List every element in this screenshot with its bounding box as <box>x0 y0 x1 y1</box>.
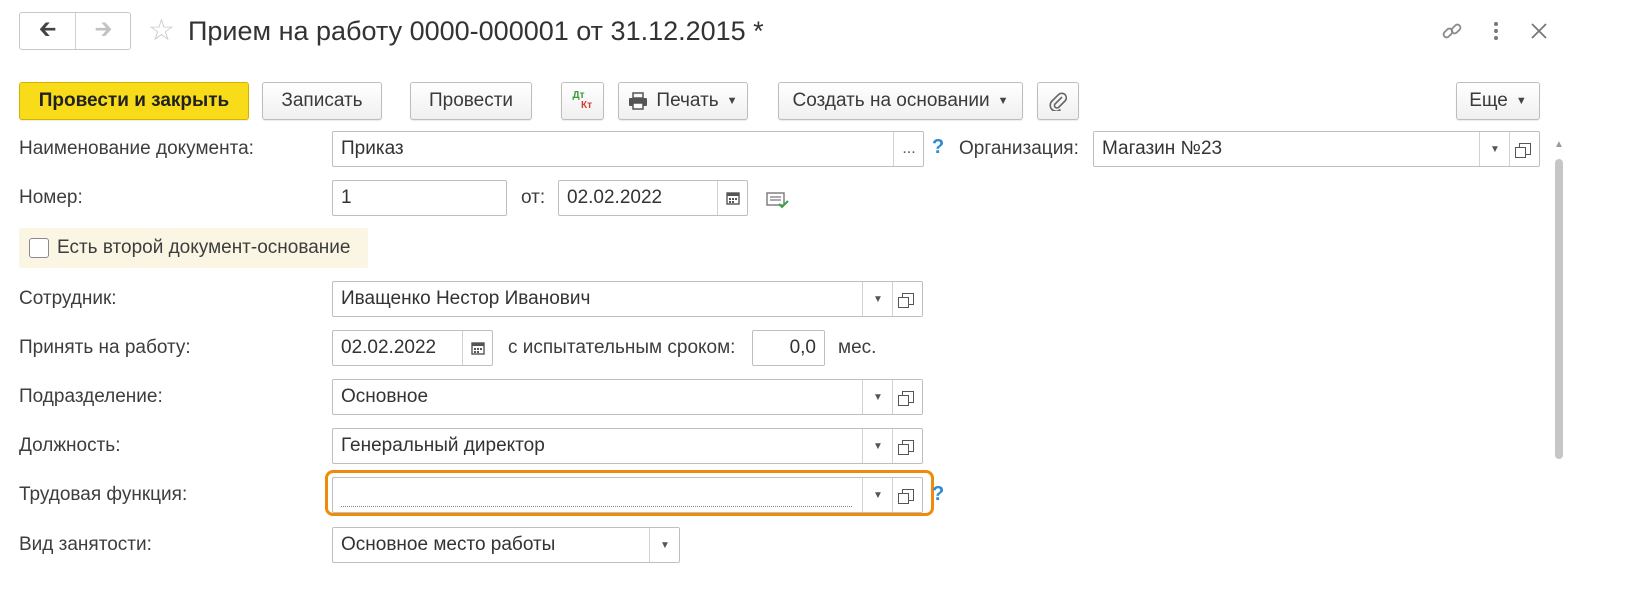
post-and-close-button[interactable]: Провести и закрыть <box>19 82 249 120</box>
number-value: 1 <box>341 187 352 208</box>
probation-label: с испытательным сроком: <box>508 337 736 358</box>
doc-name-label: Наименование документа: <box>19 138 254 159</box>
forward-button[interactable]: 🡲 <box>76 13 131 49</box>
doc-name-field[interactable]: Приказ ... <box>332 131 924 167</box>
department-value: Основное <box>341 386 429 407</box>
create-based-on-button[interactable]: Создать на основании ▼ <box>778 82 1023 120</box>
print-button[interactable]: Печать ▼ <box>618 82 748 120</box>
open-icon[interactable] <box>892 429 923 463</box>
date-field[interactable]: 02.02.2022 <box>558 180 748 216</box>
vertical-scrollbar[interactable]: ▲ <box>1552 135 1566 594</box>
arrow-left-icon: 🡰 <box>38 16 57 41</box>
back-button[interactable]: 🡰 <box>20 13 76 49</box>
employee-label: Сотрудник: <box>19 288 117 309</box>
chevron-down-icon: ▼ <box>1515 95 1527 107</box>
probation-field[interactable]: 0,0 <box>752 330 825 366</box>
help-icon[interactable]: ? <box>932 483 944 506</box>
organization-value: Магазин №23 <box>1102 138 1223 159</box>
chevron-down-icon[interactable]: ▼ <box>1479 132 1510 166</box>
printer-icon <box>628 92 648 110</box>
more-label: Еще <box>1469 90 1508 111</box>
doc-name-value: Приказ <box>341 138 404 159</box>
attach-button[interactable] <box>1037 82 1079 120</box>
organization-label: Организация: <box>959 138 1079 159</box>
hire-date-label: Принять на работу: <box>19 337 191 358</box>
number-label: Номер: <box>19 187 83 208</box>
department-label: Подразделение: <box>19 386 163 407</box>
employment-type-value: Основное место работы <box>341 534 556 555</box>
paperclip-icon <box>1049 91 1067 111</box>
date-label: от: <box>521 187 546 208</box>
position-field[interactable]: Генеральный директор ▼ <box>332 428 923 464</box>
second-basis-label: Есть второй документ-основание <box>57 237 351 258</box>
chevron-down-icon[interactable]: ▼ <box>862 429 893 463</box>
window-title: Прием на работу 0000-000001 от 31.12.201… <box>188 16 764 46</box>
chevron-down-icon: ▼ <box>726 95 738 107</box>
link-icon[interactable] <box>1437 16 1467 46</box>
chevron-down-icon: ▼ <box>997 95 1009 107</box>
labor-function-label: Трудовая функция: <box>19 484 188 505</box>
open-icon[interactable] <box>1509 132 1540 166</box>
employment-type-field[interactable]: Основное место работы ▼ <box>332 527 680 563</box>
star-icon[interactable]: ☆ <box>148 14 175 48</box>
calendar-icon[interactable] <box>717 181 748 215</box>
more-button[interactable]: Еще ▼ <box>1456 82 1540 120</box>
create-based-on-label: Создать на основании <box>792 90 990 111</box>
close-icon[interactable] <box>1524 16 1554 46</box>
probation-unit: мес. <box>838 337 877 358</box>
calendar-icon[interactable] <box>462 331 493 365</box>
second-basis-checkbox[interactable] <box>29 238 49 258</box>
employee-value: Иващенко Нестор Иванович <box>341 288 591 309</box>
navigation-buttons: 🡰 🡲 <box>19 12 131 50</box>
numbering-settings-icon[interactable] <box>766 190 790 216</box>
employee-field[interactable]: Иващенко Нестор Иванович ▼ <box>332 281 923 317</box>
dt-kt-button[interactable]: Дт Кт <box>561 82 604 120</box>
highlight-frame <box>325 470 934 516</box>
print-label: Печать <box>656 90 719 111</box>
organization-field[interactable]: Магазин №23 ▼ <box>1093 131 1540 167</box>
number-field[interactable]: 1 <box>332 180 507 216</box>
scroll-up-icon[interactable]: ▲ <box>1554 139 1564 150</box>
department-field[interactable]: Основное ▼ <box>332 379 923 415</box>
chevron-down-icon[interactable]: ▼ <box>862 282 893 316</box>
hire-date-value: 02.02.2022 <box>341 337 437 358</box>
position-label: Должность: <box>19 435 121 456</box>
help-icon[interactable]: ? <box>932 136 944 159</box>
post-button[interactable]: Провести <box>410 82 532 120</box>
hire-date-field[interactable]: 02.02.2022 <box>332 330 493 366</box>
second-basis-checkbox-row[interactable]: Есть второй документ-основание <box>19 228 368 268</box>
position-value: Генеральный директор <box>341 435 545 456</box>
dt-kt-icon-bottom: Кт <box>580 100 592 111</box>
chevron-down-icon[interactable]: ▼ <box>862 380 893 414</box>
employment-type-label: Вид занятости: <box>19 534 152 555</box>
scroll-thumb[interactable] <box>1555 159 1563 459</box>
select-button[interactable]: ... <box>893 132 924 166</box>
date-value: 02.02.2022 <box>567 187 663 208</box>
open-icon[interactable] <box>892 380 923 414</box>
arrow-right-icon: 🡲 <box>94 16 113 41</box>
open-icon[interactable] <box>892 282 923 316</box>
save-button[interactable]: Записать <box>262 82 382 120</box>
chevron-down-icon[interactable]: ▼ <box>649 528 680 562</box>
probation-value: 0,0 <box>789 337 816 358</box>
more-vertical-icon[interactable] <box>1481 16 1511 46</box>
